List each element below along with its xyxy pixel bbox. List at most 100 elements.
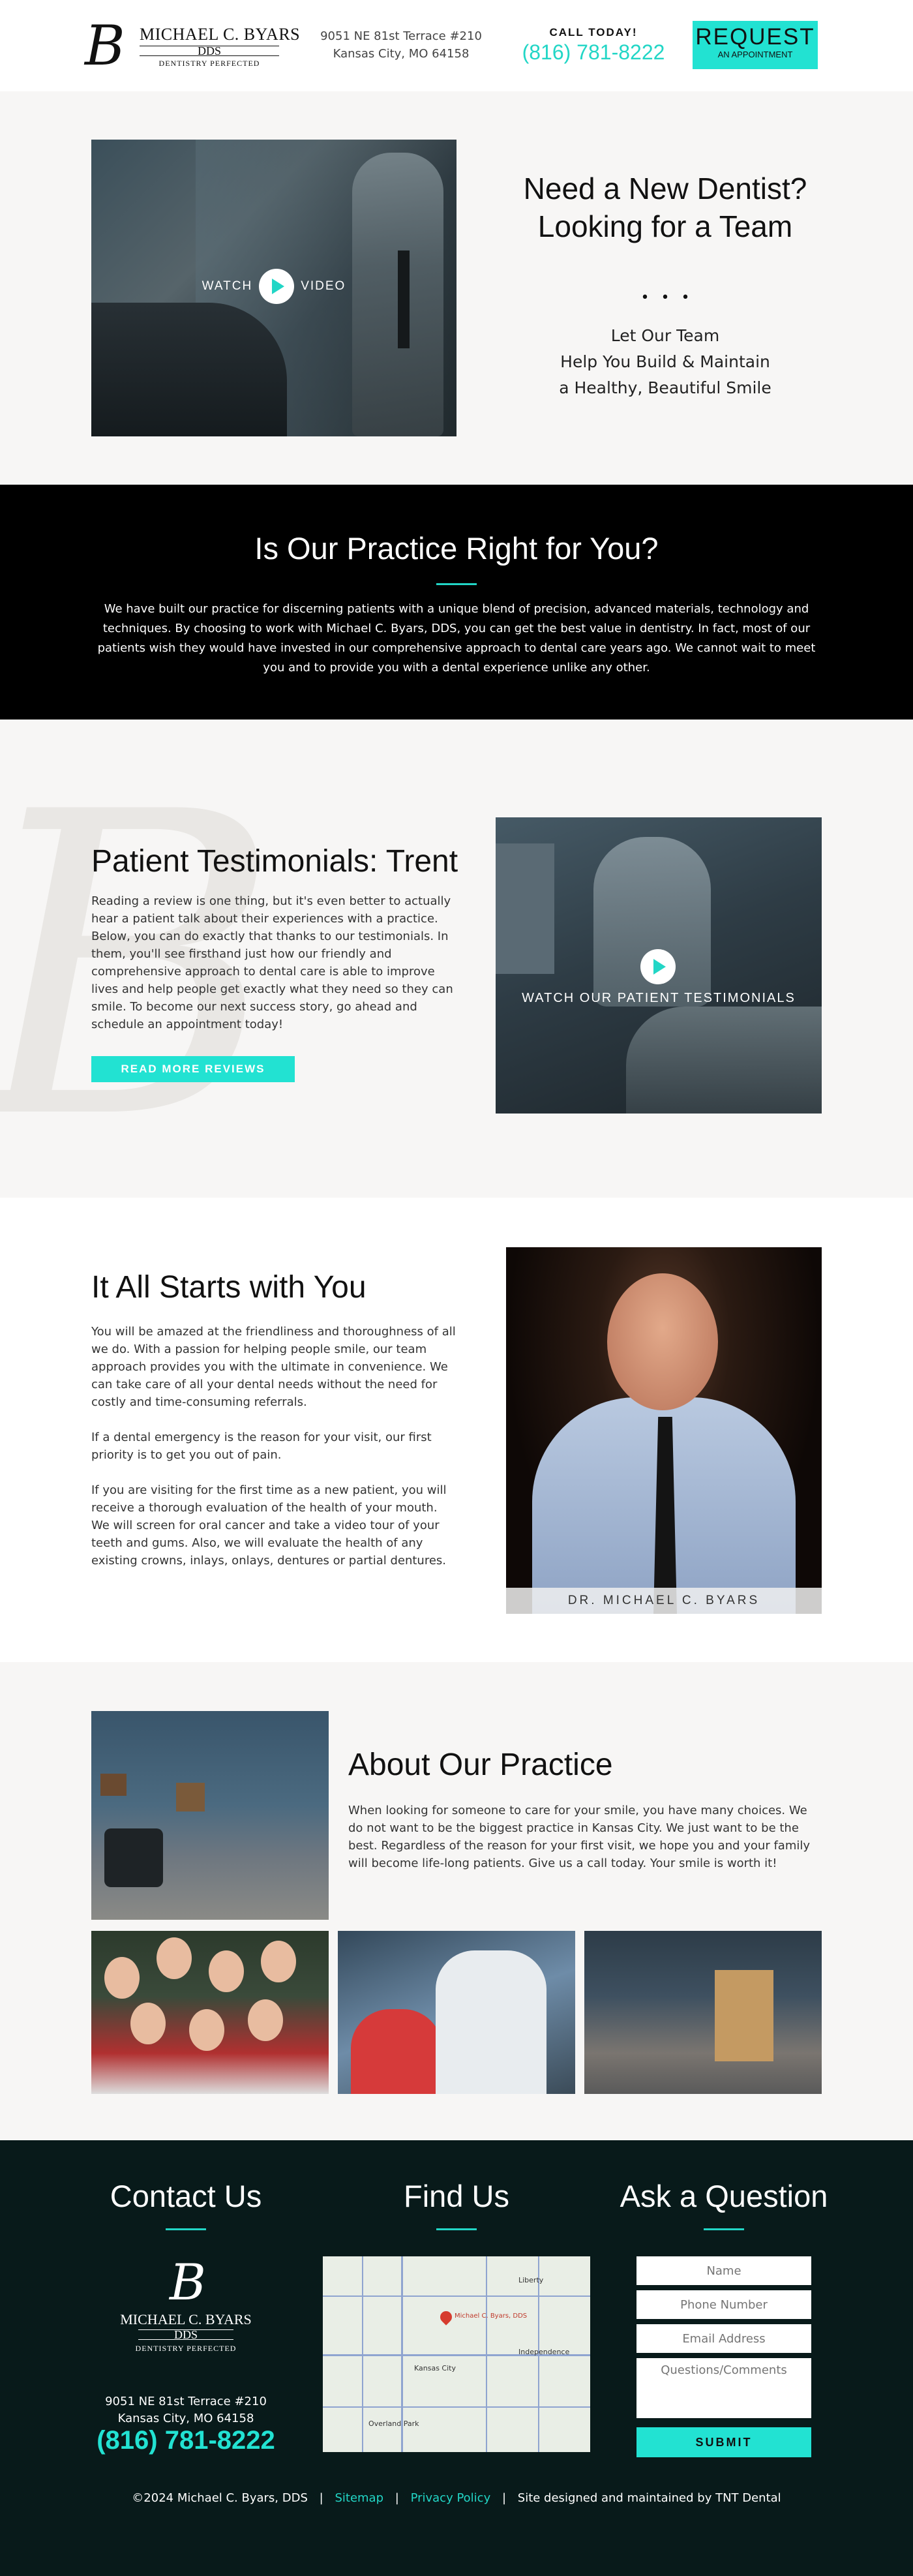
section-divider: [166, 2228, 206, 2230]
waiting-chair: [104, 1828, 163, 1887]
phone-field[interactable]: [636, 2290, 811, 2319]
video-patient-figure: [626, 1007, 822, 1114]
video-dental-chair: [91, 303, 287, 436]
hero-section: WATCH VIDEO Need a New Dentist? Looking …: [0, 91, 913, 485]
location-map[interactable]: Michael C. Byars, DDS Kansas City Overla…: [323, 2256, 590, 2452]
team-member: [209, 1950, 244, 1992]
footer-logo-dds: DDS: [138, 2329, 233, 2341]
cabinet: [715, 1970, 773, 2061]
request-label: REQUEST: [695, 24, 815, 50]
question-form: SUBMIT: [636, 2256, 811, 2457]
section-divider: [436, 583, 477, 585]
doctor-photo-caption: DR. MICHAEL C. BYARS: [506, 1588, 822, 1614]
header-phone-link[interactable]: (816) 781-8222: [515, 40, 672, 65]
footer-address-line-1: 9051 NE 81st Terrace #210: [105, 2395, 267, 2408]
name-field[interactable]: [636, 2256, 811, 2285]
map-pin-icon[interactable]: [438, 2309, 455, 2326]
video-label: VIDEO: [301, 279, 346, 293]
contact-column: Contact Us B MICHAEL C. BYARS DDS DENTIS…: [78, 2178, 293, 2455]
footer-logo-monogram: B: [170, 2253, 206, 2311]
testimonials-section: B Patient Testimonials: Trent Reading a …: [0, 720, 913, 1198]
site-logo[interactable]: B MICHAEL C. BYARS DDS DENTISTRY PERFECT…: [85, 14, 300, 78]
wall-frame: [176, 1783, 205, 1811]
footer-address: 9051 NE 81st Terrace #210 Kansas City, M…: [78, 2393, 293, 2427]
play-icon[interactable]: [259, 269, 295, 304]
footer-address-line-2: Kansas City, MO 64158: [117, 2412, 254, 2425]
starts-title: It All Starts with You: [91, 1270, 367, 1305]
map-pin-label: Michael C. Byars, DDS: [455, 2312, 528, 2320]
starts-text: You will be amazed at the friendliness a…: [91, 1323, 456, 1587]
logo-monogram: B: [85, 14, 125, 78]
ask-title: Ask a Question: [620, 2179, 828, 2213]
address-line-2: Kansas City, MO 64158: [333, 47, 470, 61]
email-field[interactable]: [636, 2324, 811, 2353]
doctor-photo: DR. MICHAEL C. BYARS: [506, 1247, 822, 1614]
about-body: When looking for someone to care for you…: [348, 1804, 811, 1870]
request-appointment-button[interactable]: REQUEST AN APPOINTMENT: [693, 21, 818, 69]
play-icon[interactable]: [640, 949, 676, 984]
logo-tagline: DENTISTRY PERFECTED: [158, 59, 260, 68]
testimonials-title: Patient Testimonials: Trent: [91, 844, 458, 879]
treatment-room-photo: [584, 1931, 822, 2094]
header-address: 9051 NE 81st Terrace #210 Kansas City, M…: [313, 27, 489, 63]
footer-logo-tagline: DENTISTRY PERFECTED: [135, 2344, 237, 2353]
team-member: [248, 1999, 283, 2041]
comments-field[interactable]: [636, 2358, 811, 2418]
about-title: About Our Practice: [348, 1748, 613, 1782]
hero-sub-line-3: a Healthy, Beautiful Smile: [559, 378, 771, 397]
ask-column: Ask a Question: [616, 2178, 831, 2230]
logo-name: MICHAEL C. BYARS: [140, 25, 301, 44]
separator: |: [395, 2491, 399, 2505]
footer-logo[interactable]: B MICHAEL C. BYARS DDS DENTISTRY PERFECT…: [78, 2256, 293, 2367]
practice-title: Is Our Practice Right for You?: [254, 531, 659, 566]
site-header: B MICHAEL C. BYARS DDS DENTISTRY PERFECT…: [0, 0, 913, 91]
testimonial-video[interactable]: WATCH OUR PATIENT TESTIMONIALS: [496, 817, 822, 1114]
hero-subtitle: Let Our Team Help You Build & Maintain a…: [483, 323, 848, 401]
photo-face: [607, 1273, 718, 1410]
hero-title-line-2: Looking for a Team: [537, 209, 793, 243]
watch-video-control[interactable]: WATCH VIDEO: [91, 269, 456, 304]
map-road: [486, 2256, 487, 2452]
site-footer: Contact Us B MICHAEL C. BYARS DDS DENTIS…: [0, 2140, 913, 2576]
testimonials-body: Reading a review is one thing, but it's …: [91, 894, 453, 1031]
header-call: CALL TODAY! (816) 781-8222: [515, 26, 672, 65]
video-window: [496, 843, 554, 974]
map-label: Independence: [518, 2348, 570, 2356]
submit-button[interactable]: SUBMIT: [636, 2427, 811, 2457]
map-label: Overland Park: [368, 2419, 419, 2428]
site-credit: Site designed and maintained by TNT Dent…: [517, 2491, 781, 2505]
contact-title: Contact Us: [110, 2179, 262, 2213]
map-road: [362, 2256, 363, 2452]
testimonial-video-caption: WATCH OUR PATIENT TESTIMONIALS: [522, 991, 796, 1005]
starts-paragraph-1: You will be amazed at the friendliness a…: [91, 1325, 456, 1409]
hero-video[interactable]: WATCH VIDEO: [91, 140, 456, 436]
logo-dds: DDS: [140, 45, 279, 57]
office-waiting-room-photo: [91, 1711, 329, 1920]
team-member: [157, 1937, 192, 1979]
starts-paragraph-2: If a dental emergency is the reason for …: [91, 1431, 432, 1462]
team-member: [261, 1941, 296, 1982]
find-column: Find Us: [349, 2178, 564, 2230]
team-photo: [91, 1931, 329, 2094]
about-section: About Our Practice When looking for some…: [0, 1662, 913, 2140]
section-divider: [436, 2228, 477, 2230]
footer-phone-link[interactable]: (816) 781-8222: [78, 2426, 293, 2455]
copyright: ©2024 Michael C. Byars, DDS: [132, 2491, 308, 2505]
privacy-policy-link[interactable]: Privacy Policy: [411, 2491, 491, 2505]
dentist-figure: [436, 1950, 546, 2094]
watch-label: WATCH: [202, 279, 253, 293]
dentist-with-patient-photo: [338, 1931, 575, 2094]
find-title: Find Us: [404, 2179, 509, 2213]
read-more-reviews-button[interactable]: READ MORE REVIEWS: [91, 1056, 295, 1082]
team-member: [104, 1957, 140, 1999]
map-label: Liberty: [518, 2276, 544, 2284]
section-divider: [704, 2228, 744, 2230]
separator: |: [501, 2491, 507, 2505]
wall-frame: [100, 1774, 127, 1796]
hero-title: Need a New Dentist? Looking for a Team: [483, 170, 848, 245]
hero-text: Need a New Dentist? Looking for a Team •…: [483, 170, 848, 401]
sitemap-link[interactable]: Sitemap: [335, 2491, 383, 2505]
team-member: [130, 2003, 166, 2044]
dots-divider: •••: [640, 290, 702, 306]
practice-section: Is Our Practice Right for You? We have b…: [0, 485, 913, 720]
